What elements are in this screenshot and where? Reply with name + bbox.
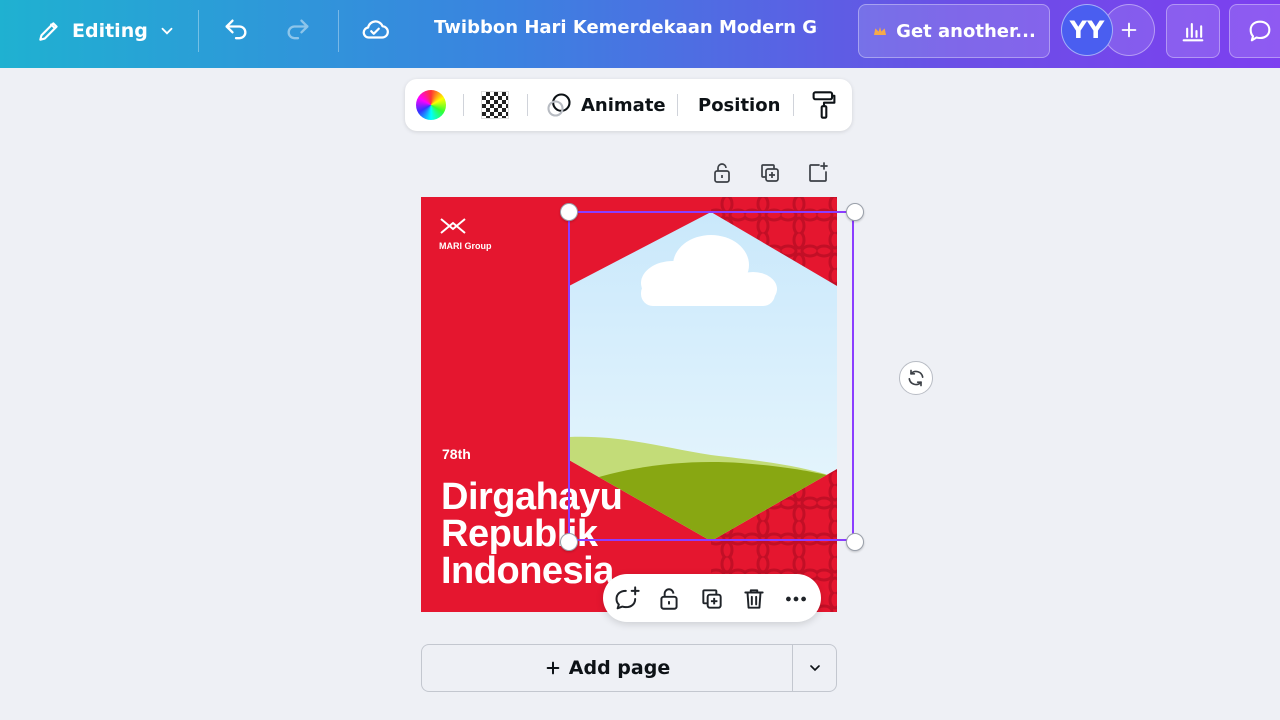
add-page-above-button[interactable]: [803, 158, 833, 188]
resize-handle-bottom-left[interactable]: [560, 533, 578, 551]
unlock-icon: [714, 163, 730, 183]
transparency-icon: [481, 91, 509, 119]
unlock-icon: [660, 588, 678, 610]
mari-logo-icon: [440, 218, 466, 234]
comments-button[interactable]: [1229, 4, 1280, 58]
plus-icon: [546, 661, 560, 675]
anniversary-label: 78th: [442, 446, 471, 462]
add-comment-button[interactable]: [612, 584, 642, 614]
chevron-down-icon: [161, 27, 173, 35]
color-wheel-icon: [416, 90, 446, 120]
element-toolbar: Animate Position: [405, 79, 852, 131]
headline: Dirgahayu Republik Indonesia: [441, 476, 623, 592]
animate-button[interactable]: Animate: [545, 87, 666, 123]
crown-icon: [874, 27, 887, 35]
editing-mode-label: Editing: [72, 20, 148, 42]
headline-line-1: Dirgahayu: [441, 476, 623, 518]
comment-icon: [1249, 20, 1271, 42]
bar-chart-icon: [1182, 22, 1204, 42]
brand-logo: MARI Group: [439, 217, 492, 251]
duplicate-page-button[interactable]: [755, 158, 785, 188]
get-another-button[interactable]: Get another...: [858, 4, 1050, 58]
top-bar: Editing Twibbon Hari Kemerdekaan Modern …: [0, 0, 1280, 68]
element-quick-actions: [603, 574, 821, 622]
rotate-handle[interactable]: [899, 361, 933, 395]
undo-icon: [225, 19, 247, 40]
headline-line-3: Indonesia: [441, 550, 614, 592]
plus-icon: [1121, 22, 1137, 38]
resize-handle-bottom-right[interactable]: [846, 533, 864, 551]
resize-handle-top-left[interactable]: [560, 203, 578, 221]
delete-element-button[interactable]: [739, 584, 769, 614]
editing-mode-dropdown[interactable]: Editing: [36, 14, 176, 48]
undo-button[interactable]: [216, 10, 256, 50]
redo-icon: [287, 19, 309, 40]
logo-text: MARI Group: [439, 241, 492, 251]
trash-icon: [744, 589, 764, 609]
chevron-down-icon: [809, 665, 820, 672]
comment-add-icon: [615, 586, 640, 610]
paint-roller-icon: [812, 91, 836, 119]
get-another-label: Get another...: [896, 20, 1036, 42]
design-page[interactable]: MARI Group 78th Dirgahayu Republik Indon…: [421, 197, 837, 612]
redo-button[interactable]: [278, 10, 318, 50]
insights-button[interactable]: [1166, 4, 1220, 58]
more-horizontal-icon: [786, 596, 806, 602]
save-status-button[interactable]: [355, 10, 395, 50]
headline-line-2: Republik: [441, 513, 598, 555]
cloud-check-icon: [362, 20, 389, 39]
position-label: Position: [698, 94, 781, 116]
duplicate-icon: [761, 164, 779, 182]
add-page-button[interactable]: Add page: [421, 644, 793, 692]
user-avatar[interactable]: YY: [1061, 4, 1113, 56]
pencil-icon: [39, 22, 58, 41]
lock-page-button[interactable]: [707, 158, 737, 188]
animate-icon: [547, 93, 571, 117]
add-page-label: Add page: [568, 657, 671, 679]
add-page-menu-button[interactable]: [792, 644, 837, 692]
rotate-icon: [908, 369, 924, 387]
duplicate-icon: [702, 589, 722, 609]
duplicate-element-button[interactable]: [697, 584, 727, 614]
resize-handle-top-right[interactable]: [846, 203, 864, 221]
add-page-icon: [809, 162, 828, 182]
document-title[interactable]: Twibbon Hari Kemerdekaan Modern Geo...: [434, 17, 818, 38]
position-button[interactable]: Position: [698, 87, 780, 123]
copy-style-button[interactable]: [810, 87, 838, 123]
color-button[interactable]: [416, 87, 446, 123]
more-options-button[interactable]: [781, 584, 811, 614]
animate-label: Animate: [581, 94, 666, 116]
lock-element-button[interactable]: [654, 584, 684, 614]
transparency-button[interactable]: [481, 87, 509, 123]
